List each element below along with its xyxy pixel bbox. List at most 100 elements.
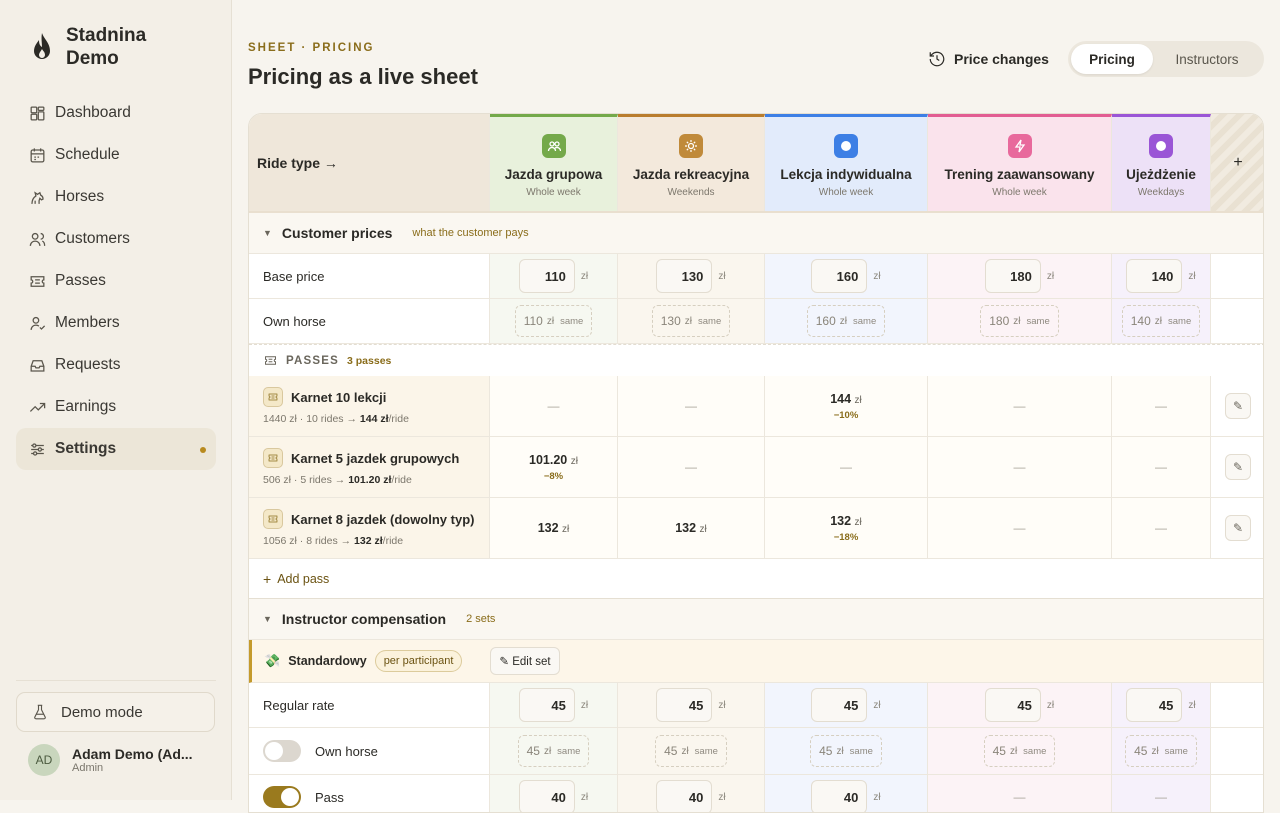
brand[interactable]: Stadnina Demo bbox=[30, 24, 176, 70]
edit-set-button[interactable]: ✎ Edit set bbox=[490, 647, 560, 675]
price-input[interactable]: 110 bbox=[518, 259, 575, 293]
add-pass-label: Add pass bbox=[277, 571, 330, 586]
price-cell: 180 zł bbox=[928, 254, 1112, 298]
pass-per-ride-price: 144 zł bbox=[359, 413, 389, 425]
sidebar-item-label: Settings bbox=[55, 440, 117, 457]
sidebar-item-dashboard[interactable]: Dashboard bbox=[16, 92, 216, 134]
inherited-price[interactable]: 140 zł same bbox=[1121, 305, 1201, 337]
sidebar-item-passes[interactable]: Passes bbox=[16, 260, 216, 302]
pass-summary-suffix: /ride bbox=[382, 535, 404, 547]
inherited-value: 160 bbox=[815, 314, 836, 328]
price-cell: 45 zł bbox=[1112, 683, 1211, 727]
row-label-cell: Own horse bbox=[249, 728, 490, 774]
demo-mode-button[interactable]: Demo mode bbox=[16, 692, 215, 732]
pass-summary-prefix: 506 zł · 5 rides → bbox=[263, 474, 346, 486]
price-input[interactable]: 160 bbox=[811, 259, 868, 293]
inherited-price-cell: 180 zł same bbox=[928, 299, 1112, 343]
own-horse-toggle[interactable] bbox=[263, 740, 301, 762]
sidebar-item-horses[interactable]: Horses bbox=[16, 176, 216, 218]
inherited-price[interactable]: 45 zł same bbox=[655, 735, 727, 767]
price-input[interactable]: 45 bbox=[811, 688, 868, 722]
edit-pass-button[interactable]: ✎ bbox=[1225, 454, 1251, 480]
dashboard-icon bbox=[30, 106, 45, 120]
add-column-button[interactable]: + bbox=[1211, 114, 1263, 211]
sidebar-item-members[interactable]: Members bbox=[16, 302, 216, 344]
passes-title: PASSES bbox=[286, 354, 340, 367]
pass-price-cell: — bbox=[765, 437, 928, 497]
price-input[interactable]: 40 bbox=[656, 780, 713, 812]
chevron-down-icon[interactable]: ▼ bbox=[263, 614, 272, 624]
passes-count: 3 passes bbox=[347, 354, 392, 367]
same-label: same bbox=[698, 315, 722, 327]
user-menu[interactable]: AD Adam Demo (Ad... Admin bbox=[28, 744, 196, 776]
inherited-price[interactable]: 110 zł same bbox=[514, 305, 593, 337]
sidebar-item-earnings[interactable]: Earnings bbox=[16, 386, 216, 428]
base-price-row: Base price 110 zł 130 zł 160 zł 180 zł 140 zł bbox=[249, 254, 1263, 299]
column-header[interactable]: Lekcja indywidualna Whole week bbox=[765, 114, 928, 211]
edit-pass-button[interactable]: ✎ bbox=[1225, 515, 1251, 541]
currency-unit: zł bbox=[873, 270, 881, 282]
price-changes-button[interactable]: Price changes bbox=[928, 46, 1049, 72]
same-label: same bbox=[849, 745, 873, 757]
inherited-value: 180 bbox=[989, 314, 1010, 328]
pencil-icon: ✎ bbox=[1232, 460, 1244, 474]
inherited-value: 45 bbox=[526, 744, 540, 758]
inherited-value: 110 bbox=[523, 314, 543, 328]
sidebar-nav: Dashboard Schedule Horses Customers Passes Me… bbox=[16, 92, 216, 470]
inherited-price[interactable]: 130 zł same bbox=[651, 305, 731, 337]
add-pass-button[interactable]: + Add pass bbox=[249, 559, 1263, 599]
price-cell: 45 zł bbox=[765, 683, 928, 727]
sidebar-item-schedule[interactable]: Schedule bbox=[16, 134, 216, 176]
column-header[interactable]: Jazda grupowa Whole week bbox=[490, 114, 618, 211]
plus-icon: + bbox=[263, 570, 272, 587]
tab-pricing[interactable]: Pricing bbox=[1071, 44, 1153, 74]
inherited-price[interactable]: 180 zł same bbox=[980, 305, 1059, 337]
price-input[interactable]: 180 bbox=[984, 259, 1041, 293]
sidebar-item-settings[interactable]: Settings bbox=[16, 428, 216, 470]
user-name: Adam Demo (Ad... bbox=[72, 746, 193, 762]
pass-toggle[interactable] bbox=[263, 786, 301, 808]
edit-pass-button[interactable]: ✎ bbox=[1225, 393, 1251, 419]
app-name: Stadnina Demo bbox=[66, 25, 147, 69]
price-input[interactable]: 140 bbox=[1126, 259, 1183, 293]
price-input[interactable]: 45 bbox=[656, 688, 713, 722]
column-name: Jazda rekreacyjna bbox=[632, 167, 750, 182]
inherited-price[interactable]: 45 zł same bbox=[517, 735, 590, 767]
price-input[interactable]: 40 bbox=[518, 780, 575, 812]
price-input[interactable]: 45 bbox=[1126, 688, 1183, 722]
pass-price: 132 bbox=[675, 521, 697, 535]
price-input[interactable]: 130 bbox=[656, 259, 713, 293]
pass-label-cell: Karnet 5 jazdek grupowych 506 zł · 5 rid… bbox=[249, 437, 490, 497]
column-header[interactable]: Trening zaawansowany Whole week bbox=[928, 114, 1112, 211]
ticket-icon bbox=[30, 275, 45, 287]
set-name: Standardowy bbox=[288, 654, 367, 668]
empty-value: — bbox=[1155, 521, 1167, 535]
currency-unit: zł bbox=[562, 524, 570, 535]
pass-per-ride-price: 132 zł bbox=[354, 535, 383, 547]
inherited-price[interactable]: 45 zł same bbox=[810, 735, 882, 767]
demo-mode-label: Demo mode bbox=[61, 703, 143, 721]
column-header[interactable]: Jazda rekreacyjna Weekends bbox=[618, 114, 765, 211]
column-header[interactable]: Ujeżdżenie Weekdays bbox=[1112, 114, 1211, 211]
inherited-price[interactable]: 160 zł same bbox=[806, 305, 886, 337]
currency-unit: zł bbox=[1013, 315, 1021, 327]
tab-instructors[interactable]: Instructors bbox=[1153, 44, 1261, 74]
currency-unit: zł bbox=[1154, 315, 1163, 327]
ticket-icon bbox=[265, 356, 276, 365]
inherited-price[interactable]: 45 zł same bbox=[1125, 735, 1197, 767]
pass-price-cell: — bbox=[490, 376, 618, 436]
price-cell: — bbox=[928, 775, 1112, 812]
price-input[interactable]: 40 bbox=[811, 780, 868, 812]
chevron-down-icon[interactable]: ▼ bbox=[263, 228, 272, 238]
section-title: Instructor compensation bbox=[281, 611, 447, 627]
compensation-set-row: 💸 Standardowy per participant ✎ Edit set bbox=[249, 640, 1263, 683]
price-input[interactable]: 45 bbox=[984, 688, 1041, 722]
pricing-sheet: Ride type → Jazda grupowa Whole week Jaz… bbox=[248, 113, 1264, 813]
sidebar-item-customers[interactable]: Customers bbox=[16, 218, 216, 260]
price-input[interactable]: 45 bbox=[518, 688, 575, 722]
empty-value: — bbox=[1155, 790, 1167, 804]
flame-logo-icon bbox=[34, 33, 50, 59]
sidebar-item-label: Schedule bbox=[55, 146, 120, 163]
inherited-price[interactable]: 45 zł same bbox=[983, 735, 1056, 767]
sidebar-item-requests[interactable]: Requests bbox=[16, 344, 216, 386]
